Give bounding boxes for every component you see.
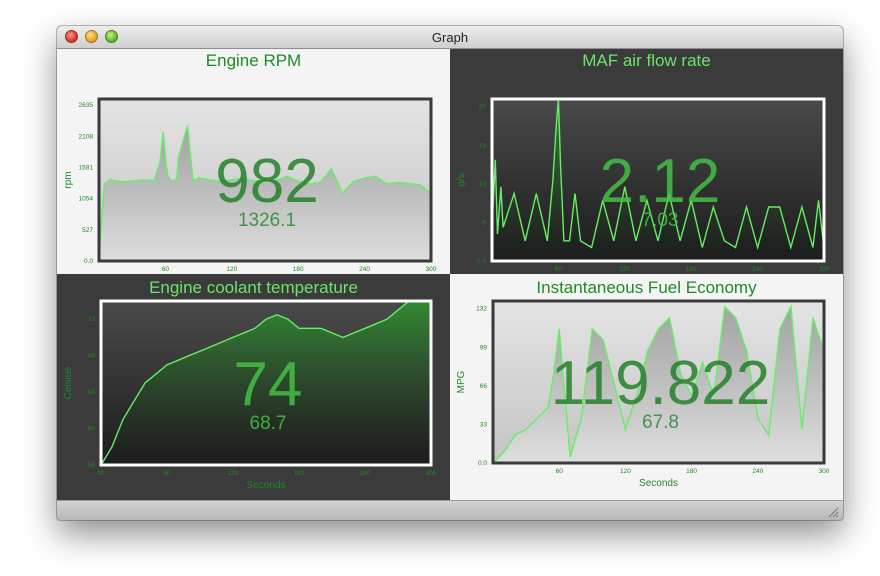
title-bar[interactable]: Graph [57,26,843,49]
x-tick-label: 240 [360,470,371,477]
y-tick-label: 15 [479,142,487,149]
coolant-temperature-title: Engine coolant temperature [149,278,358,297]
x-tick-label: 240 [359,266,370,273]
y-tick-label: 20 [479,104,487,111]
engine-rpm-title: Engine RPM [206,51,301,70]
y-axis-label: Celsius [63,367,74,400]
resize-grip-icon[interactable] [827,506,839,518]
coolant-temperature-chart: Engine coolant temperature 56 60 64 68 72 00 60… [63,278,437,491]
x-axis-label: Seconds [639,478,678,489]
y-tick-label: 66 [480,383,488,390]
x-tick-label: 300 [426,470,437,477]
y-tick-label: 132 [476,306,487,313]
y-axis-label: MPG [456,370,467,393]
y-tick-label: 2635 [79,102,94,109]
x-tick-label: 60 [163,470,171,477]
y-tick-label: 60 [88,426,96,433]
x-tick-label: 60 [162,266,170,273]
fuel-economy-chart: Instantaneous Fuel Economy 0.0 33 66 99 132 60… [456,278,830,489]
maf-air-flow-panel: MAF air flow rate 0.0 5 10 15 20 60 120 180 240 30… [450,49,843,274]
y-tick-label: 64 [88,389,96,396]
maf-air-flow-title: MAF air flow rate [582,51,710,70]
current-value: 74 [234,350,303,419]
y-axis-label: rpm [63,171,74,188]
average-value: 68.7 [250,413,287,434]
y-tick-label: 527 [82,227,93,234]
x-tick-label: 180 [294,470,305,477]
x-tick-label: 120 [228,470,239,477]
x-tick-label: 300 [426,266,437,273]
y-tick-label: 99 [480,344,488,351]
x-tick-label: 00 [97,470,105,477]
average-value: 1326.1 [238,210,296,231]
y-tick-label: 5 [482,219,486,226]
average-value: 67.8 [642,412,679,433]
y-tick-label: 33 [480,421,488,428]
y-tick-label: 68 [88,353,96,360]
fuel-economy-title: Instantaneous Fuel Economy [536,278,757,297]
coolant-temperature-panel: Engine coolant temperature 56 60 64 68 72 00 60… [57,274,450,500]
current-value: 982 [215,147,318,216]
window-bottom-bar [57,500,843,520]
y-tick-label: 56 [88,462,96,469]
x-tick-label: 180 [293,266,304,273]
y-tick-label: 0.0 [478,460,487,467]
x-tick-label: 120 [620,468,631,475]
fuel-economy-panel: Instantaneous Fuel Economy 0.0 33 66 99 132 60… [450,274,843,500]
window-title: Graph [431,30,469,45]
y-tick-label: 0.0 [84,258,93,265]
x-tick-label: 120 [226,266,237,273]
x-tick-label: 180 [686,468,697,475]
x-axis-label: Seconds [247,480,286,491]
x-tick-label: 60 [555,266,563,273]
current-value: 2.12 [600,147,721,216]
y-tick-label: 2108 [79,133,94,140]
engine-rpm-chart: Engine RPM 0.0 527 1054 1581 2108 2635 60 120 180… [63,51,437,273]
y-tick-label: 1054 [79,196,94,203]
x-tick-label: 240 [752,468,763,475]
x-tick-label: 120 [619,266,630,273]
graph-window: Graph Engine RPM 0.0 527 1054 1581 2108 2635 60… [57,26,843,520]
x-tick-label: 300 [819,468,830,475]
current-value: 119.822 [551,349,771,418]
maf-air-flow-chart: MAF air flow rate 0.0 5 10 15 20 60 120 180 240 30… [456,51,830,273]
engine-rpm-panel: Engine RPM 0.0 527 1054 1581 2108 2635 60 120 180… [57,49,450,274]
y-tick-label: 1581 [79,165,94,172]
x-tick-label: 300 [819,266,830,273]
x-tick-label: 240 [752,266,763,273]
y-tick-label: 72 [88,316,96,323]
y-tick-label: 10 [479,181,487,188]
y-axis-label: g/s [456,173,467,186]
y-tick-label: 0.0 [477,258,486,265]
x-tick-label: 60 [556,468,564,475]
average-value: 7.03 [642,210,679,231]
x-tick-label: 180 [686,266,697,273]
